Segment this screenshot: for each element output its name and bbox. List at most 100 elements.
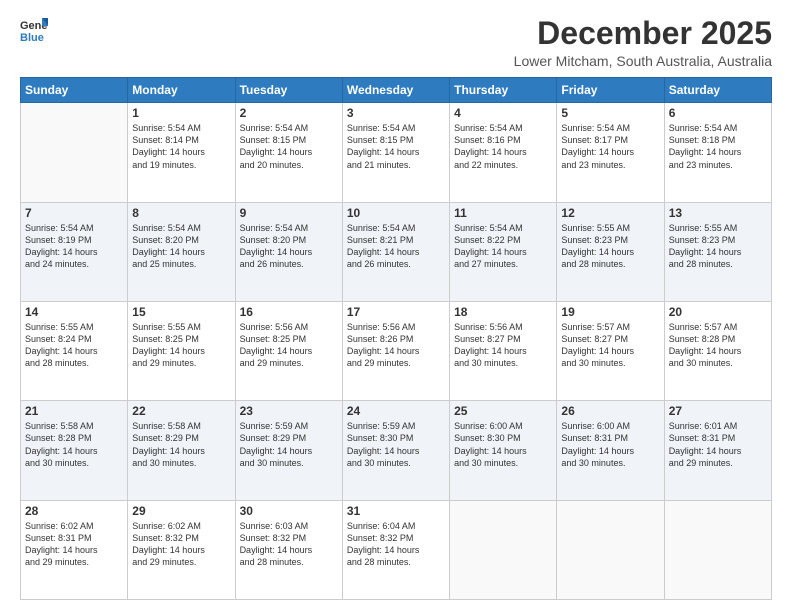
- day-info: Sunrise: 5:57 AM Sunset: 8:27 PM Dayligh…: [561, 321, 659, 370]
- day-info: Sunrise: 5:54 AM Sunset: 8:15 PM Dayligh…: [240, 122, 338, 171]
- day-number: 10: [347, 206, 445, 220]
- day-number: 27: [669, 404, 767, 418]
- day-info: Sunrise: 5:59 AM Sunset: 8:29 PM Dayligh…: [240, 420, 338, 469]
- day-info: Sunrise: 5:54 AM Sunset: 8:20 PM Dayligh…: [240, 222, 338, 271]
- day-info: Sunrise: 5:56 AM Sunset: 8:26 PM Dayligh…: [347, 321, 445, 370]
- table-row: [557, 500, 664, 599]
- table-row: 26 Sunrise: 6:00 AM Sunset: 8:31 PM Dayli…: [557, 401, 664, 500]
- weekday-header-row: Sunday Monday Tuesday Wednesday Thursday…: [21, 78, 772, 103]
- day-info: Sunrise: 6:00 AM Sunset: 8:30 PM Dayligh…: [454, 420, 552, 469]
- table-row: 22Sunrise: 5:58 AM Sunset: 8:29 PM Dayli…: [128, 401, 235, 500]
- day-info: Sunrise: 5:54 AM Sunset: 8:16 PM Dayligh…: [454, 122, 552, 171]
- page: General Blue December 2025 Lower Mitcham…: [0, 0, 792, 612]
- calendar-week-row: 28 Sunrise: 6:02 AM Sunset: 8:31 PM Dayli…: [21, 500, 772, 599]
- day-number: 9: [240, 206, 338, 220]
- day-info: Sunrise: 5:56 AM Sunset: 8:25 PM Dayligh…: [240, 321, 338, 370]
- day-info: Sunrise: 5:55 AM Sunset: 8:24 PM Dayligh…: [25, 321, 123, 370]
- day-number: 5: [561, 106, 659, 120]
- table-row: 24 Sunrise: 5:59 AM Sunset: 8:30 PM Dayli…: [342, 401, 449, 500]
- table-row: [450, 500, 557, 599]
- day-number: 8: [132, 206, 230, 220]
- day-number: 28: [25, 504, 123, 518]
- day-info: Sunrise: 6:02 AM Sunset: 8:31 PM Dayligh…: [25, 520, 123, 569]
- table-row: 17 Sunrise: 5:56 AM Sunset: 8:26 PM Dayli…: [342, 301, 449, 400]
- day-info: Sunrise: 6:02 AM Sunset: 8:32 PM Dayligh…: [132, 520, 230, 569]
- day-info: Sunrise: 5:57 AM Sunset: 8:28 PM Dayligh…: [669, 321, 767, 370]
- day-number: 12: [561, 206, 659, 220]
- logo-icon: General Blue: [20, 16, 48, 44]
- day-info: Sunrise: 5:54 AM Sunset: 8:19 PM Dayligh…: [25, 222, 123, 271]
- table-row: 19 Sunrise: 5:57 AM Sunset: 8:27 PM Dayli…: [557, 301, 664, 400]
- day-number: 1: [132, 106, 230, 120]
- table-row: 11 Sunrise: 5:54 AM Sunset: 8:22 PM Dayli…: [450, 202, 557, 301]
- day-number: 15: [132, 305, 230, 319]
- svg-text:Blue: Blue: [20, 32, 44, 44]
- day-number: 29: [132, 504, 230, 518]
- table-row: 16 Sunrise: 5:56 AM Sunset: 8:25 PM Dayli…: [235, 301, 342, 400]
- day-number: 2: [240, 106, 338, 120]
- day-info: Sunrise: 5:54 AM Sunset: 8:20 PM Dayligh…: [132, 222, 230, 271]
- day-info: Sunrise: 5:54 AM Sunset: 8:21 PM Dayligh…: [347, 222, 445, 271]
- day-number: 24: [347, 404, 445, 418]
- header-tuesday: Tuesday: [235, 78, 342, 103]
- day-number: 3: [347, 106, 445, 120]
- day-info: Sunrise: 5:55 AM Sunset: 8:25 PM Dayligh…: [132, 321, 230, 370]
- day-number: 13: [669, 206, 767, 220]
- day-info: Sunrise: 5:54 AM Sunset: 8:22 PM Dayligh…: [454, 222, 552, 271]
- day-info: Sunrise: 5:55 AM Sunset: 8:23 PM Dayligh…: [561, 222, 659, 271]
- table-row: 31Sunrise: 6:04 AM Sunset: 8:32 PM Dayli…: [342, 500, 449, 599]
- table-row: 4 Sunrise: 5:54 AM Sunset: 8:16 PM Daylig…: [450, 103, 557, 202]
- calendar-week-row: 7Sunrise: 5:54 AM Sunset: 8:19 PM Daylig…: [21, 202, 772, 301]
- day-number: 20: [669, 305, 767, 319]
- table-row: 9 Sunrise: 5:54 AM Sunset: 8:20 PM Daylig…: [235, 202, 342, 301]
- day-number: 17: [347, 305, 445, 319]
- day-number: 4: [454, 106, 552, 120]
- day-info: Sunrise: 6:03 AM Sunset: 8:32 PM Dayligh…: [240, 520, 338, 569]
- logo: General Blue: [20, 16, 50, 44]
- day-number: 23: [240, 404, 338, 418]
- day-info: Sunrise: 5:56 AM Sunset: 8:27 PM Dayligh…: [454, 321, 552, 370]
- table-row: 6Sunrise: 5:54 AM Sunset: 8:18 PM Daylig…: [664, 103, 771, 202]
- day-number: 26: [561, 404, 659, 418]
- calendar-week-row: 14 Sunrise: 5:55 AM Sunset: 8:24 PM Dayli…: [21, 301, 772, 400]
- calendar-week-row: 21 Sunrise: 5:58 AM Sunset: 8:28 PM Dayli…: [21, 401, 772, 500]
- day-number: 31: [347, 504, 445, 518]
- table-row: 13 Sunrise: 5:55 AM Sunset: 8:23 PM Dayli…: [664, 202, 771, 301]
- day-number: 25: [454, 404, 552, 418]
- header-friday: Friday: [557, 78, 664, 103]
- day-number: 14: [25, 305, 123, 319]
- table-row: 23 Sunrise: 5:59 AM Sunset: 8:29 PM Dayli…: [235, 401, 342, 500]
- day-number: 21: [25, 404, 123, 418]
- day-info: Sunrise: 5:58 AM Sunset: 8:28 PM Dayligh…: [25, 420, 123, 469]
- day-number: 30: [240, 504, 338, 518]
- day-info: Sunrise: 5:54 AM Sunset: 8:15 PM Dayligh…: [347, 122, 445, 171]
- header-sunday: Sunday: [21, 78, 128, 103]
- table-row: 14 Sunrise: 5:55 AM Sunset: 8:24 PM Dayli…: [21, 301, 128, 400]
- header-thursday: Thursday: [450, 78, 557, 103]
- table-row: [21, 103, 128, 202]
- header: General Blue December 2025 Lower Mitcham…: [20, 16, 772, 69]
- month-title: December 2025: [514, 16, 772, 51]
- day-number: 11: [454, 206, 552, 220]
- day-number: 18: [454, 305, 552, 319]
- day-info: Sunrise: 5:55 AM Sunset: 8:23 PM Dayligh…: [669, 222, 767, 271]
- table-row: 30 Sunrise: 6:03 AM Sunset: 8:32 PM Dayli…: [235, 500, 342, 599]
- table-row: 2 Sunrise: 5:54 AM Sunset: 8:15 PM Daylig…: [235, 103, 342, 202]
- day-number: 19: [561, 305, 659, 319]
- day-info: Sunrise: 5:58 AM Sunset: 8:29 PM Dayligh…: [132, 420, 230, 469]
- table-row: 8 Sunrise: 5:54 AM Sunset: 8:20 PM Daylig…: [128, 202, 235, 301]
- table-row: 20 Sunrise: 5:57 AM Sunset: 8:28 PM Dayli…: [664, 301, 771, 400]
- table-row: [664, 500, 771, 599]
- day-info: Sunrise: 6:01 AM Sunset: 8:31 PM Dayligh…: [669, 420, 767, 469]
- table-row: 7Sunrise: 5:54 AM Sunset: 8:19 PM Daylig…: [21, 202, 128, 301]
- table-row: 18 Sunrise: 5:56 AM Sunset: 8:27 PM Dayli…: [450, 301, 557, 400]
- table-row: 25 Sunrise: 6:00 AM Sunset: 8:30 PM Dayli…: [450, 401, 557, 500]
- day-info: Sunrise: 5:59 AM Sunset: 8:30 PM Dayligh…: [347, 420, 445, 469]
- location-subtitle: Lower Mitcham, South Australia, Australi…: [514, 53, 772, 69]
- header-saturday: Saturday: [664, 78, 771, 103]
- day-info: Sunrise: 6:00 AM Sunset: 8:31 PM Dayligh…: [561, 420, 659, 469]
- day-number: 16: [240, 305, 338, 319]
- table-row: 10 Sunrise: 5:54 AM Sunset: 8:21 PM Dayli…: [342, 202, 449, 301]
- table-row: 27 Sunrise: 6:01 AM Sunset: 8:31 PM Dayli…: [664, 401, 771, 500]
- table-row: 1Sunrise: 5:54 AM Sunset: 8:14 PM Daylig…: [128, 103, 235, 202]
